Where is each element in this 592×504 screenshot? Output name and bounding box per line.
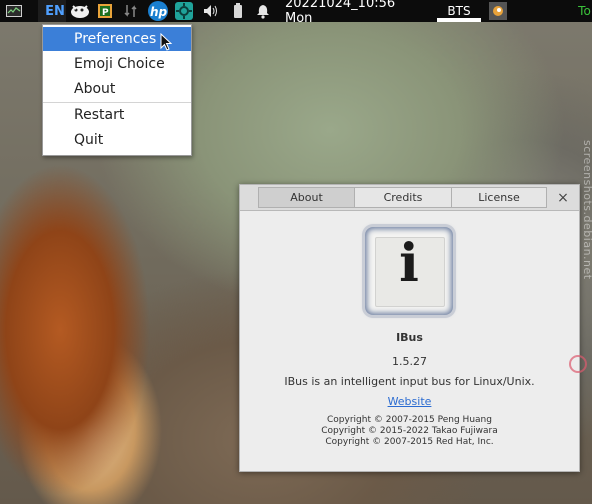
about-dialog: About Credits License × i IBus 1.5.27 IB… bbox=[239, 184, 580, 472]
tab-license[interactable]: License bbox=[451, 187, 547, 208]
battery-icon[interactable] bbox=[230, 3, 246, 19]
menu-item-restart[interactable]: Restart bbox=[43, 103, 191, 127]
volume-icon[interactable] bbox=[202, 3, 218, 19]
svg-text:P: P bbox=[102, 8, 109, 18]
system-monitor-icon[interactable] bbox=[6, 3, 22, 19]
notification-bell-icon[interactable] bbox=[255, 3, 271, 19]
copyright-line: Copyright © 2007-2015 Red Hat, Inc. bbox=[325, 437, 494, 447]
svg-text:hp: hp bbox=[150, 5, 168, 19]
watermark-logo-icon bbox=[569, 355, 587, 373]
menu-item-about[interactable]: About bbox=[43, 77, 191, 101]
menu-item-emoji-choice[interactable]: Emoji Choice bbox=[43, 52, 191, 76]
app-name: IBus bbox=[396, 331, 423, 344]
network-icon[interactable] bbox=[123, 3, 139, 19]
mascot-icon[interactable] bbox=[70, 3, 90, 19]
menu-item-quit[interactable]: Quit bbox=[43, 128, 191, 152]
tab-bar: About Credits License × bbox=[240, 185, 579, 211]
clipboard-icon[interactable]: P bbox=[97, 3, 113, 19]
settings-icon[interactable] bbox=[175, 2, 193, 20]
app-icon[interactable] bbox=[489, 2, 507, 20]
tab-credits[interactable]: Credits bbox=[354, 187, 452, 208]
logo-glyph: i bbox=[399, 233, 419, 294]
ibus-logo-icon: i bbox=[365, 227, 453, 315]
language-indicator[interactable]: EN bbox=[44, 0, 66, 22]
website-link[interactable]: Website bbox=[240, 395, 579, 408]
top-panel: EN P hp 20221024_10:56 Mon BTS To bbox=[0, 0, 592, 26]
app-description: IBus is an intelligent input bus for Lin… bbox=[284, 375, 535, 388]
copyright-line: Copyright © 2007-2015 Peng Huang bbox=[327, 415, 492, 425]
tab-about[interactable]: About bbox=[258, 187, 355, 208]
corner-label: To bbox=[578, 4, 591, 18]
hp-icon[interactable]: hp bbox=[147, 1, 169, 21]
app-version: 1.5.27 bbox=[392, 355, 427, 368]
copyright-line: Copyright © 2015-2022 Takao Fujiwara bbox=[321, 426, 498, 436]
watermark-text: screenshots.debian.net bbox=[581, 140, 592, 280]
close-icon[interactable]: × bbox=[553, 188, 573, 208]
mouse-cursor-icon bbox=[160, 33, 173, 51]
clock[interactable]: 20221024_10:56 Mon bbox=[285, 0, 425, 26]
workspace-indicator bbox=[437, 18, 481, 22]
